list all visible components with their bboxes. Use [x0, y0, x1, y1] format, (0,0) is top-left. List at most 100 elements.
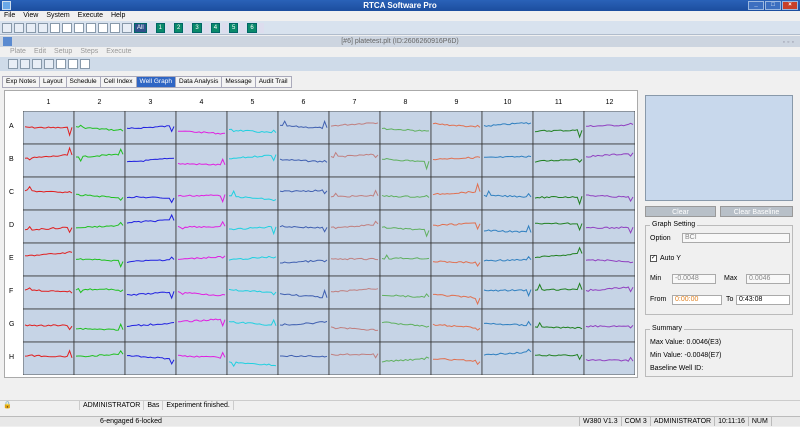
well-cell[interactable]	[481, 209, 534, 244]
well-cell[interactable]	[226, 143, 279, 178]
well-cell[interactable]	[73, 275, 126, 310]
well-cell[interactable]	[328, 275, 381, 310]
menu-view[interactable]: View	[23, 11, 38, 21]
stop-icon[interactable]	[68, 59, 78, 69]
well-cell[interactable]	[23, 341, 75, 375]
menu-execute[interactable]: Execute	[78, 11, 103, 21]
well-cell[interactable]	[532, 341, 585, 375]
menu-execute-child[interactable]: Execute	[106, 47, 131, 57]
well-cell[interactable]	[583, 176, 635, 211]
well-cell[interactable]	[430, 209, 483, 244]
well-cell[interactable]	[277, 275, 330, 310]
clear-baseline-button[interactable]: Clear Baseline	[720, 206, 793, 217]
well-cell[interactable]	[481, 111, 534, 145]
well-cell[interactable]	[379, 275, 432, 310]
well-cell[interactable]	[583, 111, 635, 145]
tab-audit-trail[interactable]: Audit Trail	[254, 76, 292, 88]
save-icon[interactable]	[14, 22, 24, 33]
well-cell[interactable]	[583, 209, 635, 244]
tab-message[interactable]: Message	[221, 76, 256, 88]
well-cell[interactable]	[430, 111, 483, 145]
menu-edit[interactable]: Edit	[34, 47, 46, 57]
well-cell[interactable]	[532, 275, 585, 310]
option-select[interactable]: BCI	[682, 233, 790, 243]
well-cell[interactable]	[277, 242, 330, 277]
menu-system[interactable]: System	[46, 11, 69, 21]
menu-plate[interactable]: Plate	[10, 47, 26, 57]
menu-help[interactable]: Help	[111, 11, 125, 21]
menu-file[interactable]: File	[4, 11, 15, 21]
well-cell[interactable]	[379, 209, 432, 244]
auto-y-checkbox[interactable]: ✓	[650, 255, 657, 262]
stop-icon[interactable]	[74, 22, 84, 33]
max-input[interactable]: 0.0046	[746, 274, 790, 284]
menu-steps[interactable]: Steps	[80, 47, 98, 57]
well-cell[interactable]	[175, 275, 228, 310]
layout-icon[interactable]	[32, 59, 42, 69]
well-cell[interactable]	[430, 275, 483, 310]
tool-icon[interactable]	[50, 22, 60, 33]
well-cell[interactable]	[23, 209, 75, 244]
well-cell[interactable]	[175, 341, 228, 375]
well-cell[interactable]	[175, 242, 228, 277]
well-cell[interactable]	[23, 176, 75, 211]
save-icon[interactable]	[20, 59, 30, 69]
well-cell[interactable]	[226, 111, 279, 145]
well-cell[interactable]	[328, 176, 381, 211]
well-cell[interactable]	[73, 176, 126, 211]
well-cell[interactable]	[583, 341, 635, 375]
well-cell[interactable]	[277, 176, 330, 211]
well-cell[interactable]	[124, 209, 177, 244]
well-cell[interactable]	[532, 209, 585, 244]
refresh-icon[interactable]	[44, 59, 54, 69]
maximize-button[interactable]: □	[765, 1, 781, 10]
tab-exp-notes[interactable]: Exp Notes	[2, 76, 40, 88]
zoom-icon[interactable]	[98, 22, 108, 33]
well-cell[interactable]	[73, 341, 126, 375]
lock-icon[interactable]	[38, 22, 48, 33]
well-cell[interactable]	[532, 242, 585, 277]
plate-2-button[interactable]: 2	[174, 22, 184, 33]
open-icon[interactable]	[2, 22, 12, 33]
well-cell[interactable]	[175, 143, 228, 178]
well-cell[interactable]	[532, 111, 585, 145]
well-cell[interactable]	[175, 308, 228, 343]
well-cell[interactable]	[481, 275, 534, 310]
well-cell[interactable]	[277, 341, 330, 375]
well-cell[interactable]	[379, 176, 432, 211]
pause-icon[interactable]	[86, 22, 96, 33]
well-cell[interactable]	[73, 111, 126, 145]
well-cell[interactable]	[583, 143, 635, 178]
min-input[interactable]: -0.0048	[672, 274, 716, 284]
tab-layout[interactable]: Layout	[39, 76, 67, 88]
well-cell[interactable]	[379, 242, 432, 277]
well-cell[interactable]	[124, 143, 177, 178]
well-cell[interactable]	[328, 111, 381, 145]
well-cell[interactable]	[430, 143, 483, 178]
well-cell[interactable]	[481, 143, 534, 178]
plate-5-button[interactable]: 5	[229, 22, 239, 33]
well-cell[interactable]	[583, 308, 635, 343]
tab-schedule[interactable]: Schedule	[65, 76, 101, 88]
well-cell[interactable]	[73, 308, 126, 343]
from-input[interactable]: 0:00:00	[672, 295, 722, 305]
search-icon[interactable]	[110, 22, 120, 33]
well-cell[interactable]	[23, 275, 75, 310]
settings-icon[interactable]	[122, 22, 132, 33]
well-cell[interactable]	[175, 176, 228, 211]
well-graph-grid[interactable]	[23, 111, 635, 375]
menu-setup[interactable]: Setup	[54, 47, 72, 57]
minimize-button[interactable]: _	[748, 1, 764, 10]
well-cell[interactable]	[430, 341, 483, 375]
play-icon[interactable]	[62, 22, 72, 33]
clear-button[interactable]: Clear	[645, 206, 716, 217]
print-icon[interactable]	[26, 22, 36, 33]
well-cell[interactable]	[328, 308, 381, 343]
to-input[interactable]: 0:43:08	[736, 295, 790, 305]
well-cell[interactable]	[23, 242, 75, 277]
well-cell[interactable]	[481, 341, 534, 375]
well-cell[interactable]	[277, 308, 330, 343]
well-cell[interactable]	[73, 143, 126, 178]
well-cell[interactable]	[23, 143, 75, 178]
well-cell[interactable]	[430, 242, 483, 277]
